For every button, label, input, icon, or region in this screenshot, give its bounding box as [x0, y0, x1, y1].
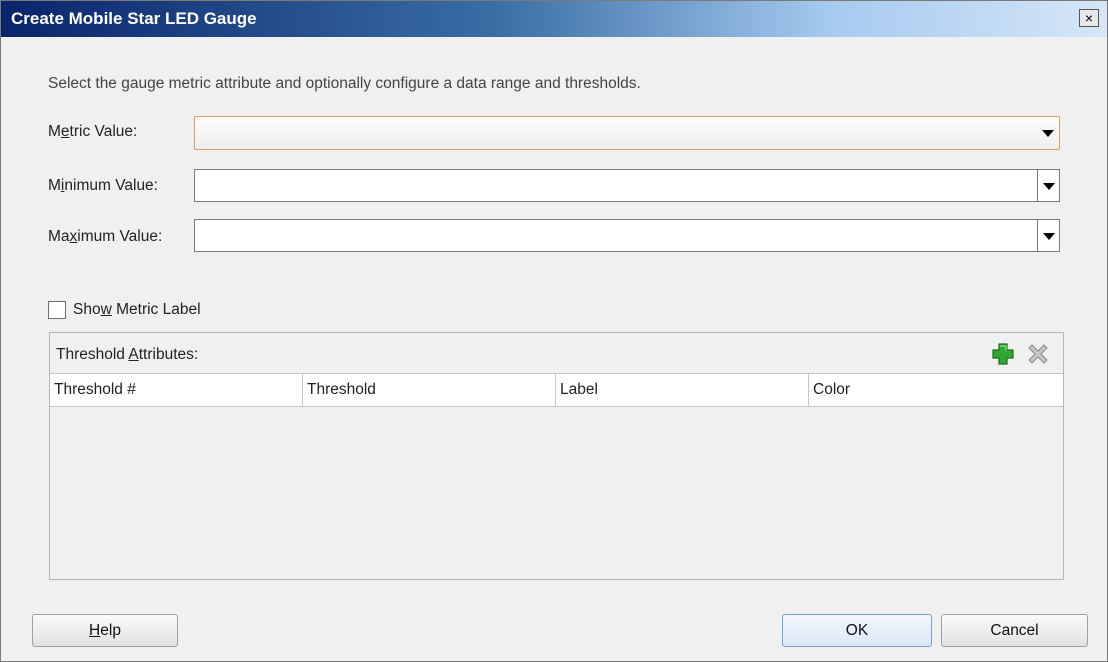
close-button[interactable]: ×: [1079, 9, 1099, 27]
column-header-color[interactable]: Color: [809, 374, 1063, 406]
create-gauge-dialog: Create Mobile Star LED Gauge × Select th…: [0, 0, 1108, 662]
chevron-down-icon[interactable]: [1037, 220, 1059, 251]
title-bar: Create Mobile Star LED Gauge ×: [1, 1, 1107, 37]
show-metric-label-checkbox[interactable]: [48, 301, 66, 319]
help-button[interactable]: Help: [32, 614, 178, 647]
threshold-table-body[interactable]: [50, 407, 1063, 579]
remove-x-icon[interactable]: [1025, 341, 1051, 367]
metric-value-label: Metric Value:: [48, 123, 138, 140]
maximum-value-combo[interactable]: [194, 219, 1060, 252]
instruction-text: Select the gauge metric attribute and op…: [48, 75, 641, 92]
show-metric-label-text: Show Metric Label: [73, 301, 201, 318]
column-header-label[interactable]: Label: [556, 374, 809, 406]
cancel-button[interactable]: Cancel: [941, 614, 1088, 647]
minimum-value-label: Minimum Value:: [48, 177, 158, 194]
minimum-value-combo[interactable]: [194, 169, 1060, 202]
column-header-threshold-number[interactable]: Threshold #: [50, 374, 303, 406]
chevron-down-icon[interactable]: [1037, 117, 1059, 149]
threshold-table-header: Threshold # Threshold Label Color: [50, 373, 1063, 407]
chevron-down-icon[interactable]: [1037, 170, 1059, 201]
dialog-title: Create Mobile Star LED Gauge: [11, 9, 257, 28]
threshold-attributes-panel: Threshold Attributes: Threshold # Thresh…: [49, 332, 1064, 580]
metric-value-select[interactable]: [194, 116, 1060, 150]
column-header-threshold[interactable]: Threshold: [303, 374, 556, 406]
add-plus-icon[interactable]: [990, 341, 1016, 367]
ok-button[interactable]: OK: [782, 614, 932, 647]
threshold-attributes-title: Threshold Attributes:: [56, 346, 199, 363]
close-icon: ×: [1084, 10, 1094, 26]
maximum-value-label: Maximum Value:: [48, 228, 163, 245]
